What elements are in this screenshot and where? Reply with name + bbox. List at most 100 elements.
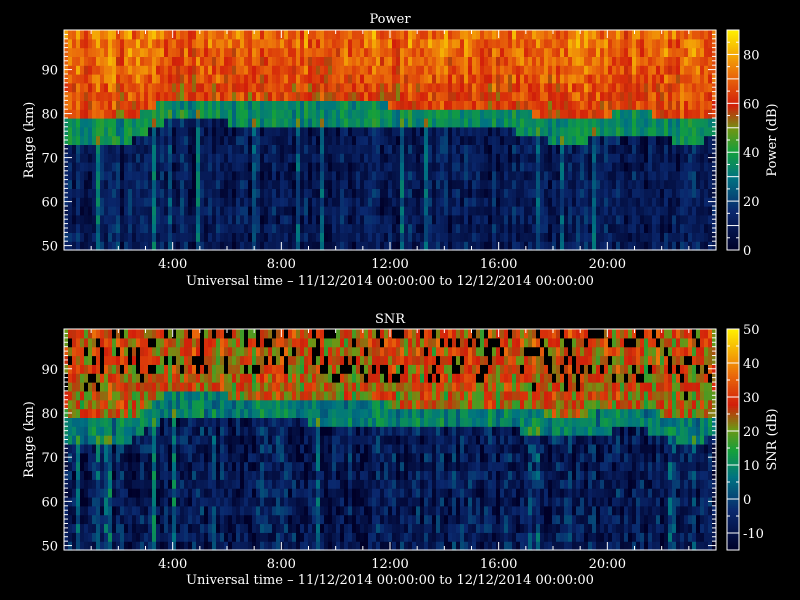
x-tick-label: 4:00: [158, 257, 187, 272]
heatmap-cell: [500, 38, 505, 49]
heatmap-cell: [144, 532, 149, 542]
heatmap-cell: [696, 56, 701, 66]
heatmap-cell: [428, 223, 433, 233]
heatmap-cell: [508, 162, 513, 172]
heatmap-cell: [640, 232, 645, 242]
heatmap-cell: [160, 82, 165, 93]
heatmap-cell: [256, 170, 261, 181]
heatmap-cell: [368, 153, 373, 163]
heatmap-cell: [680, 118, 685, 128]
heatmap-cell: [96, 355, 101, 365]
heatmap-cell: [456, 135, 461, 145]
heatmap-cell: [116, 135, 121, 145]
heatmap-cell: [296, 153, 301, 163]
heatmap-cell: [404, 100, 409, 110]
heatmap-cell: [308, 91, 313, 101]
heatmap-cell: [208, 47, 213, 57]
heatmap-cell: [164, 82, 169, 93]
heatmap-cell: [536, 197, 541, 207]
heatmap-cell: [104, 56, 109, 66]
heatmap-cell: [104, 179, 109, 189]
heatmap-cell: [412, 100, 417, 110]
heatmap-cell: [432, 38, 437, 49]
heatmap-cell: [128, 382, 133, 392]
heatmap-cell: [356, 144, 361, 154]
heatmap-cell: [160, 135, 165, 145]
heatmap-cell: [552, 100, 557, 110]
heatmap-cell: [568, 197, 573, 207]
heatmap-cell: [440, 153, 445, 163]
heatmap-cell: [196, 214, 201, 225]
heatmap-cell: [140, 153, 145, 163]
heatmap-cell: [148, 496, 153, 507]
heatmap-cell: [292, 223, 297, 233]
heatmap-cell: [336, 109, 341, 119]
heatmap-cell: [352, 126, 357, 137]
heatmap-cell: [592, 30, 597, 40]
heatmap-cell: [244, 223, 249, 233]
heatmap-cell: [448, 223, 453, 233]
heatmap-cell: [104, 435, 109, 445]
heatmap-cell: [248, 38, 253, 49]
heatmap-cell: [668, 100, 673, 110]
heatmap-cell: [232, 135, 237, 145]
heatmap-cell: [272, 214, 277, 225]
heatmap-cell: [80, 188, 85, 198]
heatmap-cell: [684, 65, 689, 75]
heatmap-cell: [688, 232, 693, 242]
colorbar-tick-label: 0: [743, 244, 751, 259]
heatmap-cell: [632, 144, 637, 154]
heatmap-cell: [148, 179, 153, 189]
heatmap-cell: [72, 206, 77, 216]
heatmap-cell: [432, 241, 437, 251]
heatmap-cell: [588, 179, 593, 189]
heatmap-cell: [288, 188, 293, 198]
heatmap-cell: [240, 118, 245, 128]
heatmap-cell: [588, 65, 593, 75]
heatmap-cell: [572, 30, 577, 40]
heatmap-cell: [224, 214, 229, 225]
heatmap-cell: [444, 135, 449, 145]
heatmap-cell: [520, 65, 525, 75]
heatmap-cell: [136, 505, 141, 516]
heatmap-cell: [552, 162, 557, 172]
heatmap-cell: [412, 126, 417, 137]
heatmap-cell: [404, 232, 409, 242]
heatmap-cell: [504, 170, 509, 181]
heatmap-cell: [700, 188, 705, 198]
heatmap-cell: [592, 162, 597, 172]
heatmap-cell: [380, 241, 385, 251]
heatmap-cell: [180, 223, 185, 233]
heatmap-cell: [108, 408, 113, 418]
heatmap-cell: [692, 170, 697, 181]
heatmap-cell: [540, 214, 545, 225]
heatmap-cell: [652, 144, 657, 154]
heatmap-cell: [640, 197, 645, 207]
heatmap-cell: [244, 232, 249, 242]
heatmap-cell: [536, 179, 541, 189]
heatmap-cell: [92, 329, 97, 339]
heatmap-cell: [676, 241, 681, 251]
heatmap-cell: [344, 188, 349, 198]
heatmap-cell: [596, 65, 601, 75]
heatmap-cell: [304, 56, 309, 66]
heatmap-cell: [584, 100, 589, 110]
heatmap-cell: [208, 118, 213, 128]
heatmap-cell: [120, 197, 125, 207]
heatmap-cell: [316, 38, 321, 49]
heatmap-cell: [328, 91, 333, 101]
heatmap-cell: [700, 179, 705, 189]
heatmap-cell: [220, 214, 225, 225]
heatmap-cell: [276, 100, 281, 110]
heatmap-cell: [332, 153, 337, 163]
heatmap-cell: [312, 232, 317, 242]
heatmap-cell: [156, 399, 161, 410]
heatmap-cell: [216, 91, 221, 101]
heatmap-cell: [672, 241, 677, 251]
heatmap-cell: [116, 74, 121, 84]
heatmap-cell: [660, 188, 665, 198]
heatmap-cell: [84, 100, 89, 110]
heatmap-cell: [304, 206, 309, 216]
heatmap-cell: [128, 100, 133, 110]
heatmap-cell: [148, 47, 153, 57]
